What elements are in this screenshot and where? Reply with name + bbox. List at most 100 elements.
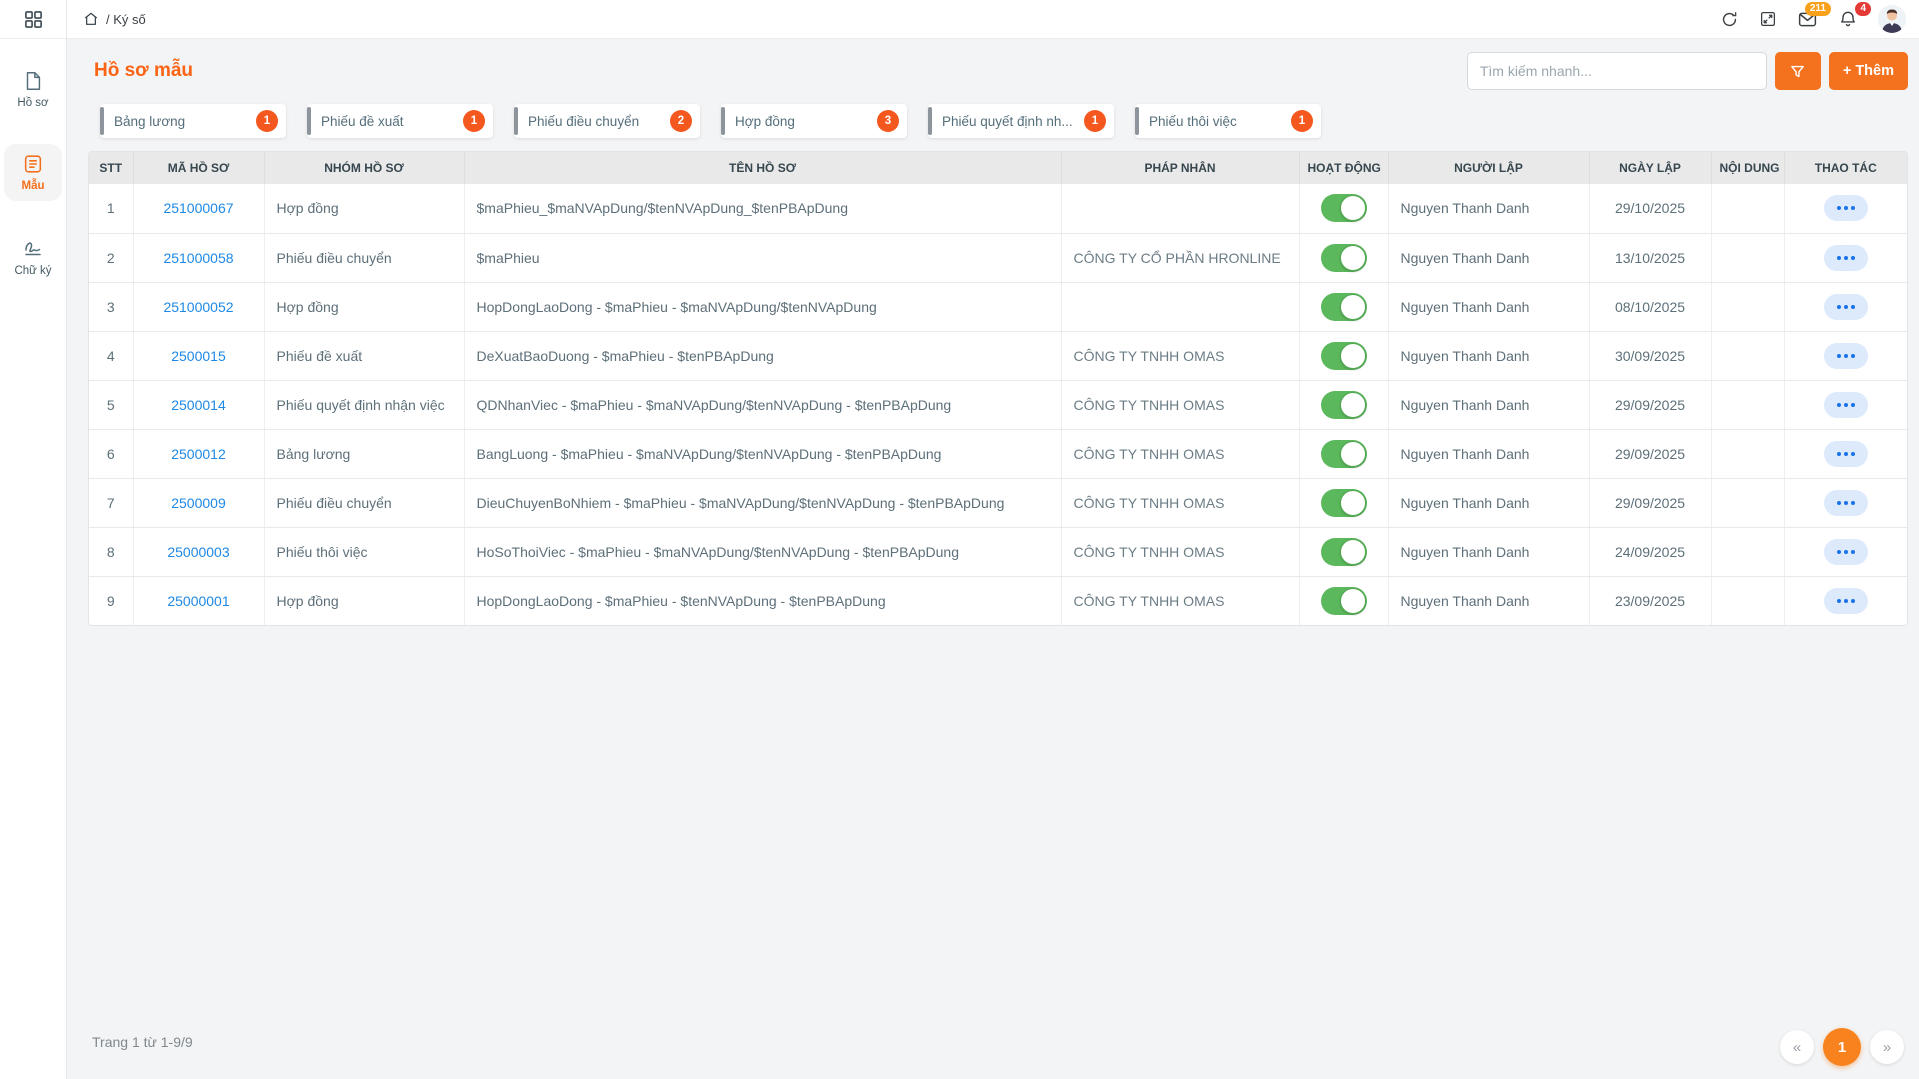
row-date: 23/09/2025: [1589, 576, 1711, 625]
table-row: 1 251000067 Hợp đồng $maPhieu_$maNVApDun…: [89, 184, 1907, 233]
row-code-link[interactable]: 251000052: [133, 282, 264, 331]
active-toggle[interactable]: [1321, 342, 1367, 370]
row-actions-button[interactable]: [1824, 539, 1868, 565]
table-row: 2 251000058 Phiếu điều chuyển $maPhieu C…: [89, 233, 1907, 282]
active-toggle[interactable]: [1321, 244, 1367, 272]
row-entity: CÔNG TY CỔ PHẦN HRONLINE: [1061, 233, 1299, 282]
topbar: / Ký số 211: [67, 0, 1919, 39]
table-row: 8 25000003 Phiếu thôi việc HoSoThoiViec …: [89, 527, 1907, 576]
apps-grid-icon[interactable]: [24, 10, 43, 29]
filter-chip-phieu-dieu-chuyen[interactable]: Phiếu điều chuyển 2: [514, 104, 700, 138]
row-group: Phiếu điều chuyển: [264, 478, 464, 527]
table-row: 7 2500009 Phiếu điều chuyển DieuChuyenBo…: [89, 478, 1907, 527]
pagination-prev-button[interactable]: «: [1780, 1030, 1814, 1064]
row-code-link[interactable]: 2500009: [133, 478, 264, 527]
user-avatar[interactable]: [1878, 5, 1906, 33]
active-toggle[interactable]: [1321, 489, 1367, 517]
row-code-link[interactable]: 2500015: [133, 331, 264, 380]
row-content: [1711, 429, 1784, 478]
row-date: 29/10/2025: [1589, 184, 1711, 233]
active-toggle[interactable]: [1321, 391, 1367, 419]
column-header-ma-ho-so[interactable]: MÃ HỒ SƠ: [133, 152, 264, 184]
row-content: [1711, 527, 1784, 576]
sidebar-item-chu-ky[interactable]: Chữ ký: [4, 227, 62, 286]
notifications-bell-icon[interactable]: 4: [1838, 9, 1858, 29]
sidebar-item-label: Hồ sơ: [17, 97, 48, 109]
column-header-thao-tac[interactable]: THAO TÁC: [1784, 152, 1907, 184]
active-toggle[interactable]: [1321, 440, 1367, 468]
row-actions-button[interactable]: [1824, 392, 1868, 418]
filter-chip-phieu-quyet-dinh[interactable]: Phiếu quyết định nh... 1: [928, 104, 1114, 138]
column-header-stt[interactable]: STT: [89, 152, 133, 184]
add-button[interactable]: + Thêm: [1829, 52, 1908, 90]
app-window: Hồ sơ Mẫu Chữ ký: [0, 0, 1919, 1079]
column-header-ten-ho-so[interactable]: TÊN HỒ SƠ: [464, 152, 1061, 184]
active-toggle[interactable]: [1321, 587, 1367, 615]
page-content: Hồ sơ mẫu + Thêm Bảng lươ: [67, 39, 1919, 1079]
column-header-nhom-ho-so[interactable]: NHÓM HỒ SƠ: [264, 152, 464, 184]
column-header-ngay-lap[interactable]: NGÀY LẬP: [1589, 152, 1711, 184]
row-name: QDNhanViec - $maPhieu - $maNVApDung/$ten…: [464, 380, 1061, 429]
page-title: Hồ sơ mẫu: [94, 60, 193, 82]
row-creator: Nguyen Thanh Danh: [1388, 380, 1589, 429]
pagination-next-button[interactable]: »: [1870, 1030, 1904, 1064]
filter-chip-phieu-thoi-viec[interactable]: Phiếu thôi việc 1: [1135, 104, 1321, 138]
row-entity: [1061, 184, 1299, 233]
filter-chip-count-badge: 1: [463, 110, 485, 132]
active-toggle[interactable]: [1321, 194, 1367, 222]
row-index: 9: [89, 576, 133, 625]
column-header-noi-dung[interactable]: NỘI DUNG: [1711, 152, 1784, 184]
row-creator: Nguyen Thanh Danh: [1388, 576, 1589, 625]
row-creator: Nguyen Thanh Danh: [1388, 527, 1589, 576]
row-name: $maPhieu_$maNVApDung/$tenNVApDung_$tenPB…: [464, 184, 1061, 233]
row-code-link[interactable]: 25000001: [133, 576, 264, 625]
home-icon[interactable]: [83, 11, 99, 27]
sidebar-item-mau[interactable]: Mẫu: [4, 144, 62, 201]
filter-chip-label: Bảng lương: [114, 114, 185, 129]
sidebar: Hồ sơ Mẫu Chữ ký: [0, 0, 67, 1079]
filter-button[interactable]: [1775, 52, 1821, 90]
sidebar-item-ho-so[interactable]: Hồ sơ: [4, 61, 62, 118]
row-group: Hợp đồng: [264, 184, 464, 233]
row-creator: Nguyen Thanh Danh: [1388, 184, 1589, 233]
table-row: 9 25000001 Hợp đồng HopDongLaoDong - $ma…: [89, 576, 1907, 625]
row-code-link[interactable]: 251000058: [133, 233, 264, 282]
breadcrumb-path: / Ký số: [106, 12, 146, 27]
table-footer: Trang 1 từ 1-9/9 « 1 »: [88, 1028, 1908, 1079]
row-name: BangLuong - $maPhieu - $maNVApDung/$tenN…: [464, 429, 1061, 478]
row-name: HopDongLaoDong - $maPhieu - $tenNVApDung…: [464, 576, 1061, 625]
row-content: [1711, 233, 1784, 282]
row-actions-button[interactable]: [1824, 195, 1868, 221]
row-actions-button[interactable]: [1824, 588, 1868, 614]
row-code-link[interactable]: 2500012: [133, 429, 264, 478]
messages-icon[interactable]: 211: [1797, 9, 1818, 30]
row-creator: Nguyen Thanh Danh: [1388, 478, 1589, 527]
fullscreen-icon[interactable]: [1759, 10, 1777, 28]
column-header-hoat-dong[interactable]: HOẠT ĐỘNG: [1299, 152, 1388, 184]
filter-chip-count-badge: 3: [877, 110, 899, 132]
filter-chip-bang-luong[interactable]: Bảng lương 1: [100, 104, 286, 138]
row-actions-button[interactable]: [1824, 245, 1868, 271]
row-code-link[interactable]: 25000003: [133, 527, 264, 576]
row-code-link[interactable]: 2500014: [133, 380, 264, 429]
filter-chip-count-badge: 2: [670, 110, 692, 132]
row-creator: Nguyen Thanh Danh: [1388, 282, 1589, 331]
column-header-nguoi-lap[interactable]: NGƯỜI LẬP: [1388, 152, 1589, 184]
active-toggle[interactable]: [1321, 293, 1367, 321]
filter-chip-hop-dong[interactable]: Hợp đồng 3: [721, 104, 907, 138]
row-code-link[interactable]: 251000067: [133, 184, 264, 233]
row-actions-button[interactable]: [1824, 343, 1868, 369]
search-input[interactable]: [1467, 52, 1767, 90]
pagination-page-1-button[interactable]: 1: [1823, 1028, 1861, 1066]
column-header-phap-nhan[interactable]: PHÁP NHÂN: [1061, 152, 1299, 184]
row-actions-button[interactable]: [1824, 490, 1868, 516]
filter-chip-count-badge: 1: [1084, 110, 1106, 132]
row-index: 3: [89, 282, 133, 331]
row-actions-button[interactable]: [1824, 294, 1868, 320]
row-actions-button[interactable]: [1824, 441, 1868, 467]
row-entity: CÔNG TY TNHH OMAS: [1061, 429, 1299, 478]
refresh-icon[interactable]: [1720, 10, 1739, 29]
row-index: 4: [89, 331, 133, 380]
filter-chip-phieu-de-xuat[interactable]: Phiếu đề xuất 1: [307, 104, 493, 138]
active-toggle[interactable]: [1321, 538, 1367, 566]
